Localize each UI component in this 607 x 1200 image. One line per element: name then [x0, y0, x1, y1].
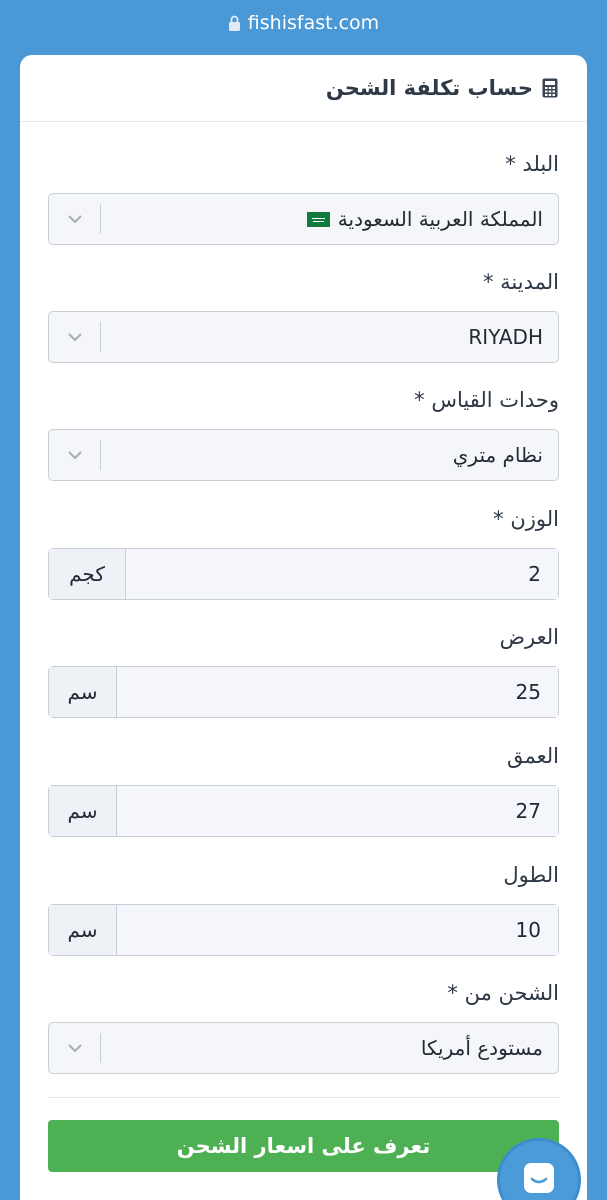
units-select[interactable]: نظام متري [48, 429, 559, 481]
shipping-calculator-card: حساب تكلفة الشحن البلد * المملكة العربية… [20, 55, 587, 1200]
show-shipping-rates-button[interactable]: تعرف على اسعار الشحن [48, 1120, 559, 1172]
width-unit: سم [49, 667, 117, 717]
ship-from-value: مستودع أمريكا [420, 1036, 543, 1060]
depth-input[interactable]: 27 [117, 786, 558, 836]
width-input-group: سم 25 [48, 666, 559, 718]
length-input-group: سم 10 [48, 904, 559, 956]
ship-from-select[interactable]: مستودع أمريكا [48, 1022, 559, 1074]
country-text: المملكة العربية السعودية [337, 207, 543, 231]
card-title: حساب تكلفة الشحن [325, 76, 533, 100]
chat-icon [522, 1161, 556, 1199]
country-select[interactable]: المملكة العربية السعودية [48, 193, 559, 245]
units-value: نظام متري [452, 443, 543, 467]
width-label: العرض [499, 625, 559, 649]
depth-label: العمق [506, 744, 559, 768]
length-input[interactable]: 10 [117, 905, 558, 955]
card-header: حساب تكلفة الشحن [20, 55, 587, 122]
city-label: المدينة * [482, 270, 559, 294]
width-input[interactable]: 25 [117, 667, 558, 717]
weight-input[interactable]: 2 [126, 549, 558, 599]
weight-input-group: كجم 2 [48, 548, 559, 600]
chevron-down-icon[interactable] [49, 430, 100, 480]
country-value: المملكة العربية السعودية [101, 207, 558, 231]
units-label: وحدات القياس * [414, 388, 559, 412]
city-select[interactable]: RIYADH [48, 311, 559, 363]
chevron-down-icon[interactable] [49, 1023, 100, 1073]
browser-url-bar[interactable]: fishisfast.com [0, 0, 607, 46]
ship-from-label: الشحن من * [447, 981, 559, 1005]
calculator-icon [542, 78, 558, 98]
lock-icon [228, 15, 241, 31]
url-text: fishisfast.com [247, 12, 380, 34]
country-label: البلد * [505, 152, 559, 176]
depth-unit: سم [49, 786, 117, 836]
city-value: RIYADH [468, 325, 543, 349]
chevron-down-icon[interactable] [49, 194, 100, 244]
form-divider [48, 1097, 559, 1098]
weight-label: الوزن * [493, 507, 559, 531]
depth-input-group: سم 27 [48, 785, 559, 837]
saudi-flag-icon [306, 211, 330, 227]
length-unit: سم [49, 905, 117, 955]
length-label: الطول [503, 863, 559, 887]
chevron-down-icon[interactable] [49, 312, 100, 362]
weight-unit: كجم [49, 549, 126, 599]
